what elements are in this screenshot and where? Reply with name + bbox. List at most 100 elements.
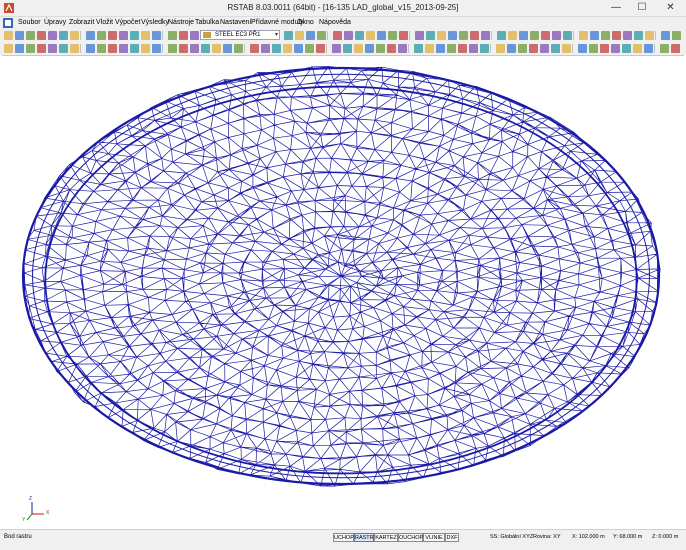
- tb1-copy-34-icon[interactable]: [481, 31, 490, 40]
- tb1-view-25-icon[interactable]: [377, 31, 386, 40]
- tb2-print-18-icon[interactable]: [212, 44, 221, 53]
- tb1-save-17-icon[interactable]: [284, 31, 293, 40]
- tb2-calc-14-icon[interactable]: [168, 44, 177, 53]
- tb2-undo-51-icon[interactable]: [600, 44, 609, 53]
- tb2-save-17-icon[interactable]: [201, 44, 210, 53]
- toggle-dxf[interactable]: DXF: [445, 533, 459, 542]
- tb2-edit-53-icon[interactable]: [622, 44, 631, 53]
- tb1-list-43-icon[interactable]: [590, 31, 599, 40]
- tb1-redo-7-icon[interactable]: [86, 31, 95, 40]
- tb2-view-40-icon[interactable]: [469, 44, 478, 53]
- tb2-edit-23-icon[interactable]: [272, 44, 281, 53]
- tb2-new-file-0-icon[interactable]: [4, 44, 13, 53]
- tb1-open-16-icon[interactable]: [190, 31, 199, 40]
- tb2-undo-36-icon[interactable]: [425, 44, 434, 53]
- tb2-zoom-9-icon[interactable]: [108, 44, 117, 53]
- tb2-zoom-54-icon[interactable]: [633, 44, 642, 53]
- tb1-render-11-icon[interactable]: [130, 31, 139, 40]
- tb1-view-10-icon[interactable]: [119, 31, 128, 40]
- tb2-paste-5-icon[interactable]: [59, 44, 68, 53]
- menu-tabulka[interactable]: Tabulka: [195, 19, 219, 26]
- toggle-vlinie[interactable]: VLINIE: [423, 533, 445, 542]
- tb1-open-1-icon[interactable]: [15, 31, 24, 40]
- tb1-view-40-icon[interactable]: [552, 31, 561, 40]
- tb2-copy-49-icon[interactable]: [578, 44, 587, 53]
- tb2-save-32-icon[interactable]: [376, 44, 385, 53]
- tb1-open-46-icon[interactable]: [623, 31, 632, 40]
- tb2-redo-7-icon[interactable]: [86, 44, 95, 53]
- tb1-edit-38-icon[interactable]: [530, 31, 539, 40]
- tb1-save-47-icon[interactable]: [634, 31, 643, 40]
- menu-zobrazit[interactable]: Zobrazit: [69, 19, 94, 26]
- tb2-print-48-icon[interactable]: [562, 44, 571, 53]
- tb1-edit-23-icon[interactable]: [355, 31, 364, 40]
- tb1-undo-6-icon[interactable]: [70, 31, 79, 40]
- tb2-render-26-icon[interactable]: [305, 44, 314, 53]
- tb2-open-46-icon[interactable]: [540, 44, 549, 53]
- tb1-copy-19-icon[interactable]: [306, 31, 315, 40]
- tb1-copy-4-icon[interactable]: [48, 31, 57, 40]
- maximize-button[interactable]: ☐: [629, 0, 655, 16]
- tb2-save-2-icon[interactable]: [26, 44, 35, 53]
- tb1-calc-14-icon[interactable]: [168, 31, 177, 40]
- menu-nastroje[interactable]: Nástroje: [168, 19, 194, 26]
- tb2-copy-19-icon[interactable]: [223, 44, 232, 53]
- tb2-view-55-icon[interactable]: [644, 44, 653, 53]
- tb2-list-13-icon[interactable]: [152, 44, 161, 53]
- tb1-save-32-icon[interactable]: [459, 31, 468, 40]
- chevron-down-icon[interactable]: ▾: [275, 31, 278, 38]
- tb1-print-3-icon[interactable]: [37, 31, 46, 40]
- close-button[interactable]: ✕: [655, 0, 686, 16]
- tb2-render-56-icon[interactable]: [660, 44, 669, 53]
- tb1-zoom-9-icon[interactable]: [108, 31, 117, 40]
- tb2-view-10-icon[interactable]: [119, 44, 128, 53]
- structure-wireframe[interactable]: [2, 56, 684, 530]
- tb1-new-file-45-icon[interactable]: [612, 31, 621, 40]
- tb2-new-file-30-icon[interactable]: [354, 44, 363, 53]
- tb2-save-47-icon[interactable]: [551, 44, 560, 53]
- tb2-table-42-icon[interactable]: [496, 44, 505, 53]
- tb2-list-43-icon[interactable]: [507, 44, 516, 53]
- tb2-open-1-icon[interactable]: [15, 44, 24, 53]
- tb1-calc-29-icon[interactable]: [426, 31, 435, 40]
- tb2-calc-44-icon[interactable]: [518, 44, 527, 53]
- tb1-render-41-icon[interactable]: [563, 31, 572, 40]
- tb2-undo-6-icon[interactable]: [70, 44, 79, 53]
- model-viewport[interactable]: X Z Y: [2, 55, 684, 530]
- tb1-calc-44-icon[interactable]: [601, 31, 610, 40]
- tb2-open-16-icon[interactable]: [190, 44, 199, 53]
- tb2-list-28-icon[interactable]: [332, 44, 341, 53]
- tb2-print-3-icon[interactable]: [37, 44, 46, 53]
- tb1-zoom-39-icon[interactable]: [541, 31, 550, 40]
- tb1-edit-8-icon[interactable]: [97, 31, 106, 40]
- tb2-redo-52-icon[interactable]: [611, 44, 620, 53]
- tb1-redo-37-icon[interactable]: [519, 31, 528, 40]
- tb1-list-13-icon[interactable]: [152, 31, 161, 40]
- tb2-redo-22-icon[interactable]: [261, 44, 270, 53]
- tb2-redo-37-icon[interactable]: [436, 44, 445, 53]
- tb2-calc-29-icon[interactable]: [343, 44, 352, 53]
- tb1-undo-36-icon[interactable]: [508, 31, 517, 40]
- tb2-copy-4-icon[interactable]: [48, 44, 57, 53]
- tb1-new-file-15-icon[interactable]: [179, 31, 188, 40]
- menu-upravy[interactable]: Úpravy: [44, 19, 66, 26]
- tb1-new-file-0-icon[interactable]: [4, 31, 13, 40]
- load-case-combo[interactable]: STEEL EC3 PŘ1 ▾: [200, 30, 280, 40]
- tb1-undo-21-icon[interactable]: [333, 31, 342, 40]
- tb2-table-27-icon[interactable]: [316, 44, 325, 53]
- menu-pridavne-moduly[interactable]: Přídavné moduly: [251, 19, 304, 26]
- toggle-uchop[interactable]: UCHOP: [333, 533, 354, 542]
- menu-vysledky[interactable]: Výsledky: [141, 19, 169, 26]
- tb1-list-28-icon[interactable]: [415, 31, 424, 40]
- tb2-edit-38-icon[interactable]: [447, 44, 456, 53]
- tb1-new-file-30-icon[interactable]: [437, 31, 446, 40]
- tb2-paste-20-icon[interactable]: [234, 44, 243, 53]
- tb1-paste-20-icon[interactable]: [317, 31, 326, 40]
- tb1-print-48-icon[interactable]: [645, 31, 654, 40]
- tb1-print-33-icon[interactable]: [470, 31, 479, 40]
- tb2-new-file-45-icon[interactable]: [529, 44, 538, 53]
- menu-okno[interactable]: Okno: [297, 19, 314, 26]
- menu-nastaveni[interactable]: Nastavení: [220, 19, 252, 26]
- tb1-paste-50-icon[interactable]: [672, 31, 681, 40]
- tb1-zoom-24-icon[interactable]: [366, 31, 375, 40]
